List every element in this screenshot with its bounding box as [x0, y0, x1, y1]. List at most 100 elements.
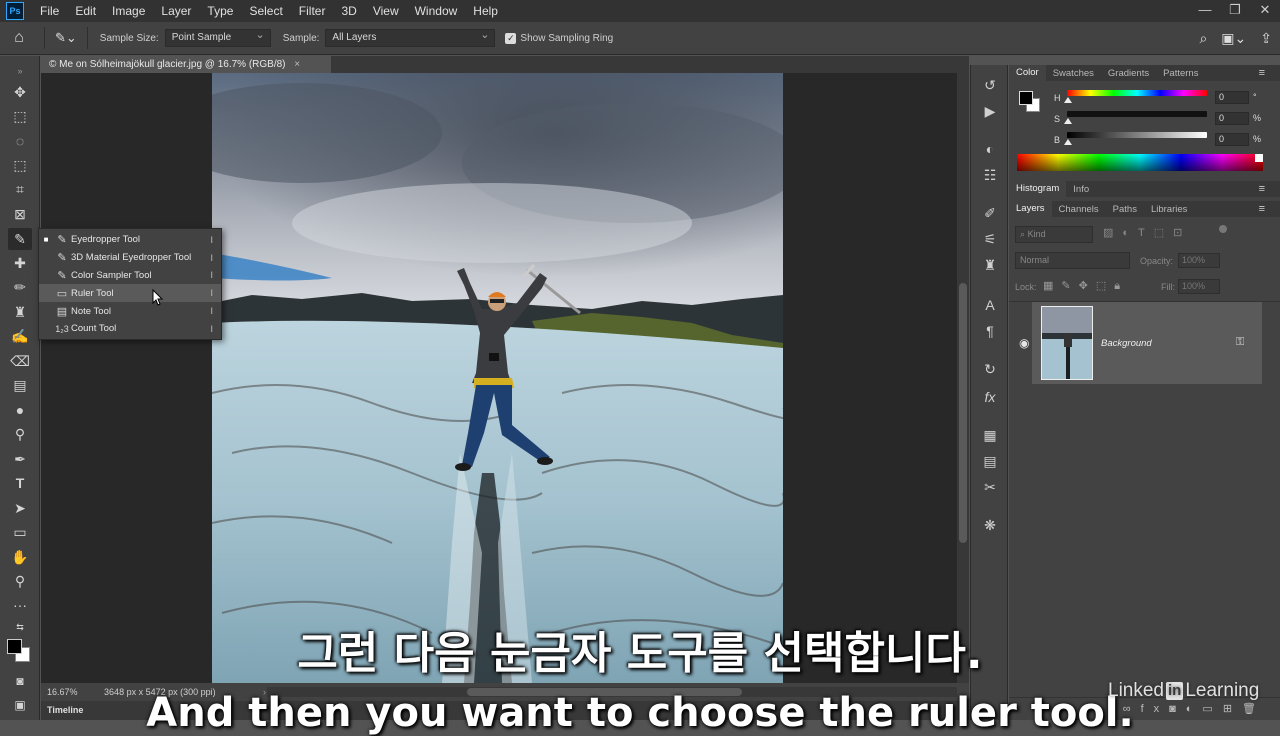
- libraries-panel-icon[interactable]: ▦: [980, 427, 1000, 444]
- layer-visibility-eye-icon[interactable]: ◉: [1019, 336, 1029, 350]
- tab-channels[interactable]: Channels: [1052, 204, 1106, 215]
- layer-thumbnail[interactable]: [1041, 306, 1093, 380]
- flyout-item-ruler[interactable]: ▭ Ruler Tool I: [39, 284, 221, 303]
- properties-panel-icon[interactable]: ☷: [980, 167, 1000, 184]
- crop-tool-icon[interactable]: ⌗: [8, 178, 32, 200]
- 3d-panel-icon[interactable]: ↻: [980, 361, 1000, 378]
- actions-panel-icon[interactable]: ▶: [980, 103, 1000, 120]
- opacity-field[interactable]: 100%: [1178, 253, 1220, 268]
- photoshop-logo[interactable]: Ps: [6, 2, 24, 20]
- layer-name[interactable]: Background: [1101, 338, 1152, 349]
- menu-file[interactable]: File: [32, 4, 67, 18]
- document-image[interactable]: [212, 73, 783, 683]
- menu-layer[interactable]: Layer: [153, 4, 199, 18]
- brightness-slider-handle[interactable]: [1064, 139, 1072, 145]
- menu-edit[interactable]: Edit: [67, 4, 104, 18]
- tab-paths[interactable]: Paths: [1106, 204, 1144, 215]
- flyout-item-color-sampler[interactable]: ✎ Color Sampler Tool I: [39, 267, 221, 285]
- tab-patterns[interactable]: Patterns: [1156, 68, 1205, 79]
- more-tools-icon[interactable]: ···: [8, 594, 32, 616]
- move-tool-icon[interactable]: ✥: [8, 81, 32, 103]
- filter-toggle[interactable]: [1219, 225, 1227, 233]
- layer-filter-icons[interactable]: ▨◐T⬚⊡: [1103, 226, 1191, 239]
- vertical-scrollbar[interactable]: [957, 73, 969, 683]
- share-icon[interactable]: ⇪: [1260, 30, 1272, 47]
- menu-image[interactable]: Image: [104, 4, 153, 18]
- hue-value-field[interactable]: 0: [1215, 91, 1249, 104]
- history-panel-icon[interactable]: ↺: [980, 77, 1000, 94]
- flyout-item-eyedropper[interactable]: ■ ✎ Eyedropper Tool I: [39, 231, 221, 249]
- styles-panel-icon[interactable]: fx: [980, 389, 1000, 405]
- hue-slider[interactable]: [1067, 90, 1207, 96]
- saturation-slider-handle[interactable]: [1064, 118, 1072, 124]
- saturation-value-field[interactable]: 0: [1215, 112, 1249, 125]
- lock-icons[interactable]: ▦✎✥⬚🔒︎: [1043, 279, 1128, 293]
- home-icon[interactable]: ⌂: [0, 29, 38, 47]
- toolbar-grip-icon[interactable]: »: [8, 60, 32, 82]
- type-tool-icon[interactable]: T: [8, 472, 32, 494]
- dodge-tool-icon[interactable]: ⚲: [8, 423, 32, 445]
- sample-dropdown[interactable]: All Layers: [325, 27, 496, 47]
- menu-window[interactable]: Window: [407, 4, 466, 18]
- lasso-tool-icon[interactable]: ◌: [8, 130, 32, 152]
- workspace-icon[interactable]: ▣⌄: [1221, 30, 1246, 47]
- brightness-value-field[interactable]: 0: [1215, 133, 1249, 146]
- minimize-button[interactable]: —: [1190, 0, 1220, 20]
- layer-lock-icon[interactable]: ⚿: [1236, 336, 1244, 349]
- eraser-tool-icon[interactable]: ⌫: [8, 350, 32, 372]
- clone-source-panel-icon[interactable]: ♜: [980, 257, 1000, 274]
- tab-libraries[interactable]: Libraries: [1144, 204, 1194, 215]
- tab-info[interactable]: Info: [1066, 184, 1096, 195]
- adjustments-panel-icon[interactable]: ◐: [980, 141, 1000, 157]
- tool-presets-panel-icon[interactable]: ✂: [980, 479, 1000, 496]
- rectangle-tool-icon[interactable]: ▭: [8, 521, 32, 543]
- hand-tool-icon[interactable]: ✋: [8, 546, 32, 568]
- saturation-slider[interactable]: [1067, 111, 1207, 117]
- clone-stamp-tool-icon[interactable]: ♜: [8, 301, 32, 323]
- menu-3d[interactable]: 3D: [333, 4, 364, 18]
- show-sampling-ring-checkbox[interactable]: ✓: [505, 32, 517, 44]
- menu-select[interactable]: Select: [241, 4, 290, 18]
- brush-tool-icon[interactable]: ✏: [8, 276, 32, 298]
- layer-filter-dropdown[interactable]: ⌕ Kind: [1015, 226, 1093, 243]
- brush-settings-panel-icon[interactable]: ⚟: [980, 231, 1000, 248]
- menu-filter[interactable]: Filter: [291, 4, 334, 18]
- eyedropper-tool-icon[interactable]: ✎: [8, 228, 32, 250]
- frame-tool-icon[interactable]: ⊠: [8, 203, 32, 225]
- flyout-item-note[interactable]: ▤ Note Tool I: [39, 302, 221, 320]
- tab-gradients[interactable]: Gradients: [1101, 68, 1156, 79]
- paragraph-panel-icon[interactable]: ¶: [980, 323, 1000, 339]
- close-window-button[interactable]: ✕: [1250, 0, 1280, 20]
- search-icon[interactable]: ⌕: [1199, 30, 1207, 47]
- color-spectrum-ramp[interactable]: [1017, 154, 1263, 171]
- zoom-tool-icon[interactable]: ⚲: [8, 570, 32, 592]
- white-swatch[interactable]: [1255, 154, 1263, 162]
- flyout-item-count[interactable]: 1₂3 Count Tool I: [39, 320, 221, 338]
- gradient-tool-icon[interactable]: ▤: [8, 374, 32, 396]
- tab-histogram[interactable]: Histogram: [1009, 181, 1067, 197]
- fill-field[interactable]: 100%: [1178, 279, 1220, 294]
- foreground-color-swatch[interactable]: [7, 639, 22, 654]
- blend-mode-dropdown[interactable]: Normal: [1015, 252, 1130, 269]
- path-selection-tool-icon[interactable]: ➤: [8, 497, 32, 519]
- panel-menu-icon[interactable]: ≡: [1252, 203, 1272, 215]
- menu-type[interactable]: Type: [199, 4, 241, 18]
- scrollbar-thumb[interactable]: [959, 283, 967, 543]
- brushes-panel-icon[interactable]: ✐: [980, 205, 1000, 222]
- navigator-panel-icon[interactable]: ❋: [980, 517, 1000, 534]
- marquee-tool-icon[interactable]: ⬚: [8, 105, 32, 127]
- menu-help[interactable]: Help: [465, 4, 506, 18]
- panel-menu-icon[interactable]: ≡: [1252, 183, 1272, 195]
- tab-color[interactable]: Color: [1009, 65, 1046, 81]
- foreground-color-chip[interactable]: [1019, 91, 1033, 105]
- pen-tool-icon[interactable]: ✒: [8, 448, 32, 470]
- history-brush-tool-icon[interactable]: ✍: [8, 325, 32, 347]
- tool-preset-eyedropper-icon[interactable]: ✎⌄: [55, 30, 77, 46]
- hue-slider-handle[interactable]: [1064, 97, 1072, 103]
- notes-panel-icon[interactable]: ▤: [980, 453, 1000, 470]
- document-tab[interactable]: © Me on Sólheimajökull glacier.jpg @ 16.…: [41, 56, 331, 73]
- tab-swatches[interactable]: Swatches: [1046, 68, 1101, 79]
- healing-brush-tool-icon[interactable]: ✚: [8, 252, 32, 274]
- tab-layers[interactable]: Layers: [1009, 201, 1052, 217]
- panel-menu-icon[interactable]: ≡: [1252, 67, 1272, 79]
